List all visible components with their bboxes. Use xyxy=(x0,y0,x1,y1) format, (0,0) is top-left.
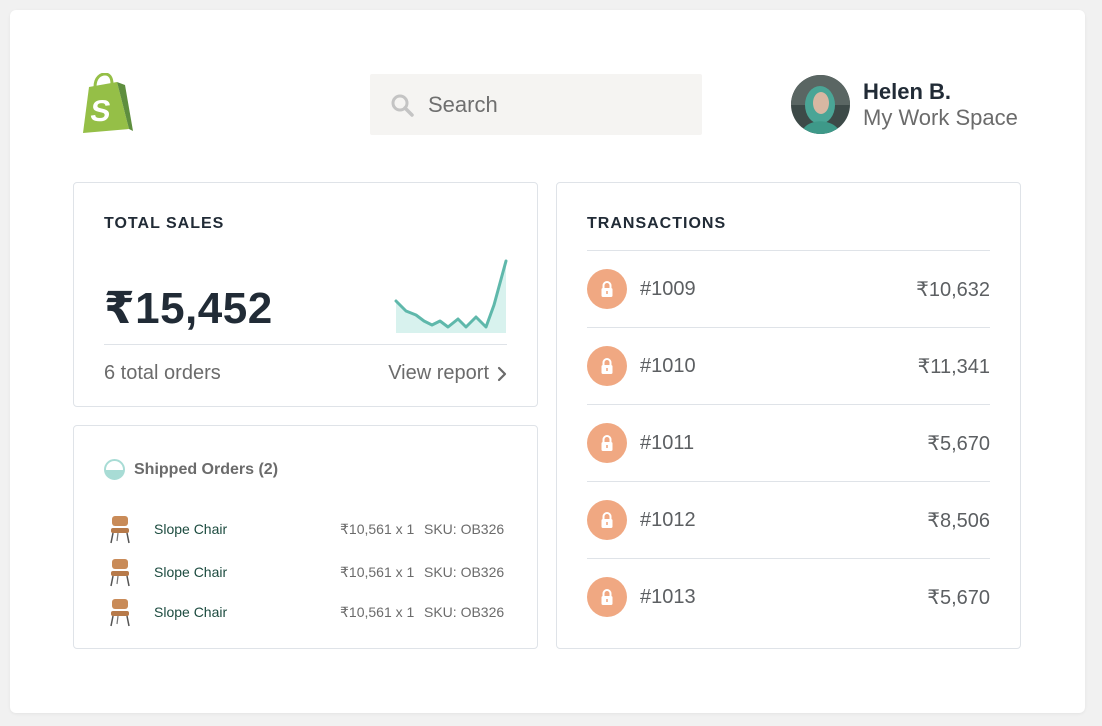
total-sales-value: ₹15,452 xyxy=(104,284,273,333)
total-orders: 6 total orders xyxy=(104,362,221,384)
transaction-id: #1013 xyxy=(640,585,696,608)
shopify-bag-icon[interactable]: S xyxy=(79,73,133,135)
transaction-amount: ₹10,632 xyxy=(916,278,990,301)
divider xyxy=(104,344,507,345)
product-sku: SKU: OB326 xyxy=(424,604,505,620)
product-name[interactable]: Slope Chair xyxy=(154,521,334,537)
shipped-orders-title: Shipped Orders (2) xyxy=(134,460,279,478)
transactions-card: TRANSACTIONS #1009 ₹10,632 #1010 ₹11,341… xyxy=(556,182,1021,649)
transactions-title: TRANSACTIONS xyxy=(587,215,727,232)
avatar[interactable] xyxy=(791,75,850,134)
product-name[interactable]: Slope Chair xyxy=(154,604,334,620)
transaction-row[interactable]: #1013 ₹5,670 xyxy=(587,558,990,635)
transaction-row[interactable]: #1009 ₹10,632 xyxy=(587,250,990,327)
shipped-orders-header[interactable]: Shipped Orders (2) xyxy=(104,459,278,480)
chevron-right-icon xyxy=(497,366,507,381)
view-report-label: View report xyxy=(388,362,489,384)
list-item[interactable]: Slope Chair ₹10,561 x 1 SKU: OB326 xyxy=(108,556,508,588)
transaction-id: #1010 xyxy=(640,354,696,377)
workspace-name: My Work Space xyxy=(863,104,1018,130)
user-name: Helen B. xyxy=(863,78,952,104)
product-price: ₹10,561 x 1 xyxy=(340,563,415,580)
list-item[interactable]: Slope Chair ₹10,561 x 1 SKU: OB326 xyxy=(108,513,508,545)
transaction-amount: ₹8,506 xyxy=(927,509,990,532)
user-profile[interactable]: Helen B. My Work Space xyxy=(791,75,1018,134)
transaction-id: #1012 xyxy=(640,508,696,531)
transaction-row[interactable]: #1010 ₹11,341 xyxy=(587,327,990,404)
list-item[interactable]: Slope Chair ₹10,561 x 1 SKU: OB326 xyxy=(108,596,508,628)
product-name[interactable]: Slope Chair xyxy=(154,564,334,580)
half-circle-status-icon xyxy=(104,459,125,480)
chair-icon xyxy=(110,599,130,627)
lock-icon xyxy=(587,269,627,309)
lock-icon xyxy=(587,346,627,386)
view-report-link[interactable]: View report xyxy=(388,362,507,385)
product-price: ₹10,561 x 1 xyxy=(340,520,415,537)
lock-icon xyxy=(587,423,627,463)
transaction-amount: ₹5,670 xyxy=(927,432,990,455)
transaction-id: #1011 xyxy=(640,431,695,454)
lock-icon xyxy=(587,500,627,540)
search-icon xyxy=(391,94,414,117)
transaction-row[interactable]: #1012 ₹8,506 xyxy=(587,481,990,558)
transaction-row[interactable]: #1011 ₹5,670 xyxy=(587,404,990,481)
transaction-id: #1009 xyxy=(640,277,696,300)
transactions-list: #1009 ₹10,632 #1010 ₹11,341 #1011 ₹5,670… xyxy=(587,250,990,635)
chair-icon xyxy=(110,559,130,587)
shipped-orders-card: Shipped Orders (2) Slope Chair ₹10,561 x… xyxy=(73,425,538,649)
chair-icon xyxy=(110,516,130,544)
transaction-amount: ₹11,341 xyxy=(917,355,990,378)
total-sales-card: TOTAL SALES ₹15,452 6 total orders View … xyxy=(73,182,538,407)
product-sku: SKU: OB326 xyxy=(424,521,505,537)
total-sales-title: TOTAL SALES xyxy=(104,215,225,232)
search-input[interactable] xyxy=(428,91,678,118)
search-bar[interactable] xyxy=(370,74,702,135)
lock-icon xyxy=(587,577,627,617)
product-sku: SKU: OB326 xyxy=(424,564,505,580)
product-price: ₹10,561 x 1 xyxy=(340,603,415,620)
transaction-amount: ₹5,670 xyxy=(927,586,990,609)
sales-sparkline xyxy=(394,259,508,333)
